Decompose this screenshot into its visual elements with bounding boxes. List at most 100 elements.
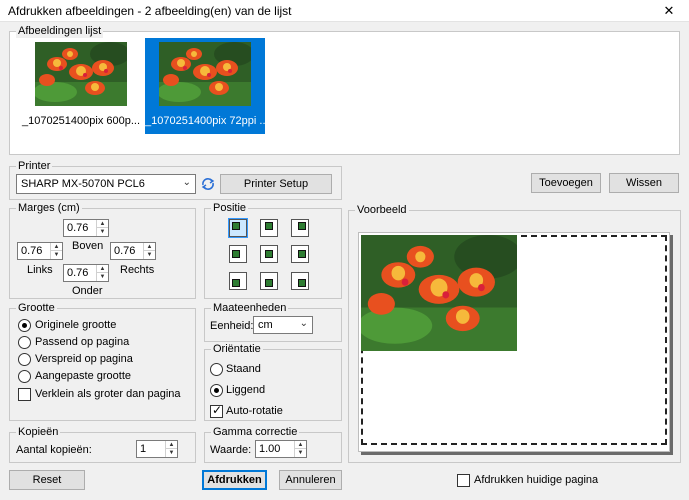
position-marker-icon [265,250,273,258]
position-marker-icon [298,250,306,258]
position-marker-icon [232,250,240,258]
copies-spinner[interactable]: ▲▼ [136,440,178,458]
preview-image [361,235,517,351]
preview-page [358,232,670,452]
printer-group: Printer SHARP MX-5070N PCL6 ⌄ Printer Se… [9,159,342,200]
position-marker-icon [265,279,273,287]
position-middle-right[interactable] [291,245,309,263]
position-bottom-center[interactable] [260,272,278,290]
position-marker-icon [232,279,240,287]
margin-bottom-spinner[interactable]: ▲▼ [63,264,109,282]
copies-input[interactable] [137,441,165,457]
preview-label: Voorbeeld [355,203,409,217]
spinner-arrows[interactable]: ▲ ▼ [143,243,155,259]
arrow-up-icon[interactable]: ▲ [51,243,62,251]
size-group: Grootte Originele grootte Passend op pag… [9,301,196,421]
arrow-down-icon[interactable]: ▼ [97,228,108,236]
size-original-label: Originele grootte [35,319,117,331]
unit-select[interactable]: cm ⌄ [253,316,313,334]
position-bottom-left[interactable] [229,272,247,290]
chevron-down-icon: ⌄ [299,318,308,329]
size-fit-radio[interactable] [18,336,31,349]
margin-left-spinner[interactable]: ▲▼ [17,242,63,260]
orientation-landscape-radio[interactable] [210,384,223,397]
arrow-up-icon[interactable]: ▲ [97,265,108,273]
print-button[interactable]: Afdrukken [202,470,267,490]
images-list-group: Afbeeldingen lijst _1070251400pix 600p..… [9,24,680,155]
arrow-down-icon[interactable]: ▼ [166,449,177,457]
position-top-center[interactable] [260,219,278,237]
thumbnail-caption: _1070251400pix 72ppi ... [145,115,265,127]
image-thumbnail-2[interactable]: _1070251400pix 72ppi ... [145,38,265,134]
printer-setup-button[interactable]: Printer Setup [220,174,332,194]
margin-bottom-input[interactable] [64,265,96,281]
copies-label: Kopieën [16,425,61,439]
clear-button[interactable]: Wissen [609,173,679,193]
unit-select-value: cm [258,319,273,331]
shrink-label: Verklein als groter dan pagina [35,388,181,400]
position-top-left[interactable] [228,218,248,238]
margin-top-input[interactable] [64,220,96,236]
gamma-input[interactable] [256,441,294,457]
image-thumbnail-1[interactable]: _1070251400pix 600p... [21,38,141,134]
reset-button[interactable]: Reset [9,470,85,490]
arrow-down-icon[interactable]: ▼ [97,273,108,281]
position-label: Positie [211,201,249,215]
position-top-right[interactable] [291,219,309,237]
position-center[interactable] [260,245,278,263]
gamma-spinner[interactable]: ▲▼ [255,440,307,458]
arrow-up-icon[interactable]: ▲ [97,220,108,228]
position-middle-left[interactable] [229,245,247,263]
arrow-down-icon[interactable]: ▼ [51,251,62,259]
gamma-label: Gamma correctie [211,425,300,439]
printer-label: Printer [16,159,53,173]
margin-top-label: Boven [72,240,104,252]
autorotate-label: Auto-rotatie [226,405,283,417]
orientation-portrait-radio[interactable] [210,363,223,376]
print-current-page-checkbox[interactable] [457,474,470,487]
size-label: Grootte [16,301,57,315]
spinner-arrows[interactable]: ▲ ▼ [165,441,177,457]
position-marker-icon [265,222,273,230]
orientation-group: Oriëntatie Staand Liggend Auto-rotatie [204,342,342,421]
spinner-arrows[interactable]: ▲ ▼ [294,441,306,457]
cancel-button[interactable]: Annuleren [279,470,342,490]
arrow-down-icon[interactable]: ▼ [295,449,306,457]
images-list-label: Afbeeldingen lijst [16,24,104,38]
size-original-radio[interactable] [18,319,31,332]
gamma-value-label: Waarde: [210,444,252,456]
arrow-up-icon[interactable]: ▲ [295,441,306,449]
title-bar: Afdrukken afbeeldingen - 2 afbeelding(en… [0,0,689,22]
printer-select[interactable]: SHARP MX-5070N PCL6 ⌄ [16,174,196,194]
shrink-checkbox[interactable] [18,388,31,401]
window-title: Afdrukken afbeeldingen - 2 afbeelding(en… [8,4,292,18]
margin-right-label: Rechts [120,264,155,276]
position-marker-icon [298,222,306,230]
gamma-group: Gamma correctie Waarde: ▲▼ [204,425,342,463]
add-button[interactable]: Toevoegen [531,173,601,193]
position-bottom-right[interactable] [291,272,309,290]
thumbnail-image [35,42,127,106]
spinner-arrows[interactable]: ▲ ▼ [96,265,108,281]
size-spread-radio[interactable] [18,353,31,366]
autorotate-checkbox[interactable] [210,403,223,418]
position-marker-icon [232,222,240,230]
size-spread-label: Verspreid op pagina [35,353,133,365]
margin-right-spinner[interactable]: ▲▼ [110,242,156,260]
margin-top-spinner[interactable]: ▲▼ [63,219,109,237]
orientation-landscape-label: Liggend [226,384,266,396]
margin-bottom-label: Onder [72,285,103,297]
margin-right-input[interactable] [111,243,143,259]
refresh-icon[interactable] [201,177,215,191]
arrow-up-icon[interactable]: ▲ [166,441,177,449]
margin-left-input[interactable] [18,243,50,259]
size-custom-radio[interactable] [18,370,31,383]
thumbnail-image [159,42,251,106]
arrow-up-icon[interactable]: ▲ [144,243,155,251]
preview-group: Voorbeeld [348,203,681,463]
arrow-down-icon[interactable]: ▼ [144,251,155,259]
close-icon[interactable]: ✕ [649,0,689,22]
spinner-arrows[interactable]: ▲ ▼ [50,243,62,259]
spinner-arrows[interactable]: ▲ ▼ [96,220,108,236]
units-group: Maateenheden Eenheid: cm ⌄ [204,301,342,342]
